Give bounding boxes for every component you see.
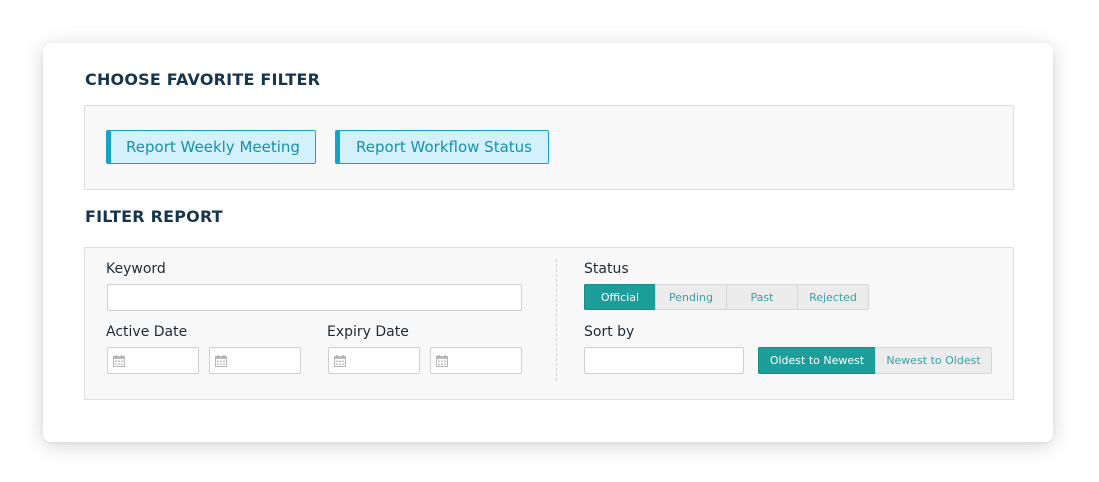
calendar-icon bbox=[334, 354, 346, 367]
sort-by-input[interactable] bbox=[584, 347, 744, 374]
active-date-to-input[interactable] bbox=[209, 347, 301, 374]
favorite-filters-panel: Report Weekly Meeting Report Workflow St… bbox=[84, 105, 1014, 190]
filter-report-panel: Keyword Active Date Expiry Date Status O… bbox=[84, 247, 1014, 400]
status-label: Status bbox=[584, 261, 629, 277]
sort-order-segmented-control: Oldest to Newest Newest to Oldest bbox=[758, 347, 992, 374]
calendar-icon bbox=[113, 354, 125, 367]
sort-newest-to-oldest-button[interactable]: Newest to Oldest bbox=[875, 347, 992, 374]
keyword-label: Keyword bbox=[106, 261, 166, 277]
filter-report-heading: FILTER REPORT bbox=[85, 207, 223, 226]
status-pending-button[interactable]: Pending bbox=[655, 284, 727, 310]
calendar-icon bbox=[215, 354, 227, 367]
status-rejected-button[interactable]: Rejected bbox=[797, 284, 869, 310]
favorite-filter-report-workflow-status-button[interactable]: Report Workflow Status bbox=[335, 130, 549, 164]
favorite-filter-report-weekly-meeting-button[interactable]: Report Weekly Meeting bbox=[106, 130, 316, 164]
column-divider bbox=[556, 259, 557, 381]
status-official-button[interactable]: Official bbox=[584, 284, 656, 310]
status-past-button[interactable]: Past bbox=[726, 284, 798, 310]
choose-favorite-filter-heading: CHOOSE FAVORITE FILTER bbox=[85, 70, 321, 89]
active-date-from-input[interactable] bbox=[107, 347, 199, 374]
expiry-date-from-input[interactable] bbox=[328, 347, 420, 374]
sort-by-label: Sort by bbox=[584, 324, 635, 340]
expiry-date-to-input[interactable] bbox=[430, 347, 522, 374]
sort-oldest-to-newest-button[interactable]: Oldest to Newest bbox=[758, 347, 876, 374]
keyword-input[interactable] bbox=[107, 284, 522, 311]
calendar-icon bbox=[436, 354, 448, 367]
filter-card: CHOOSE FAVORITE FILTER Report Weekly Mee… bbox=[43, 43, 1053, 442]
status-segmented-control: Official Pending Past Rejected bbox=[584, 284, 869, 310]
expiry-date-label: Expiry Date bbox=[327, 324, 409, 340]
active-date-label: Active Date bbox=[106, 324, 188, 340]
